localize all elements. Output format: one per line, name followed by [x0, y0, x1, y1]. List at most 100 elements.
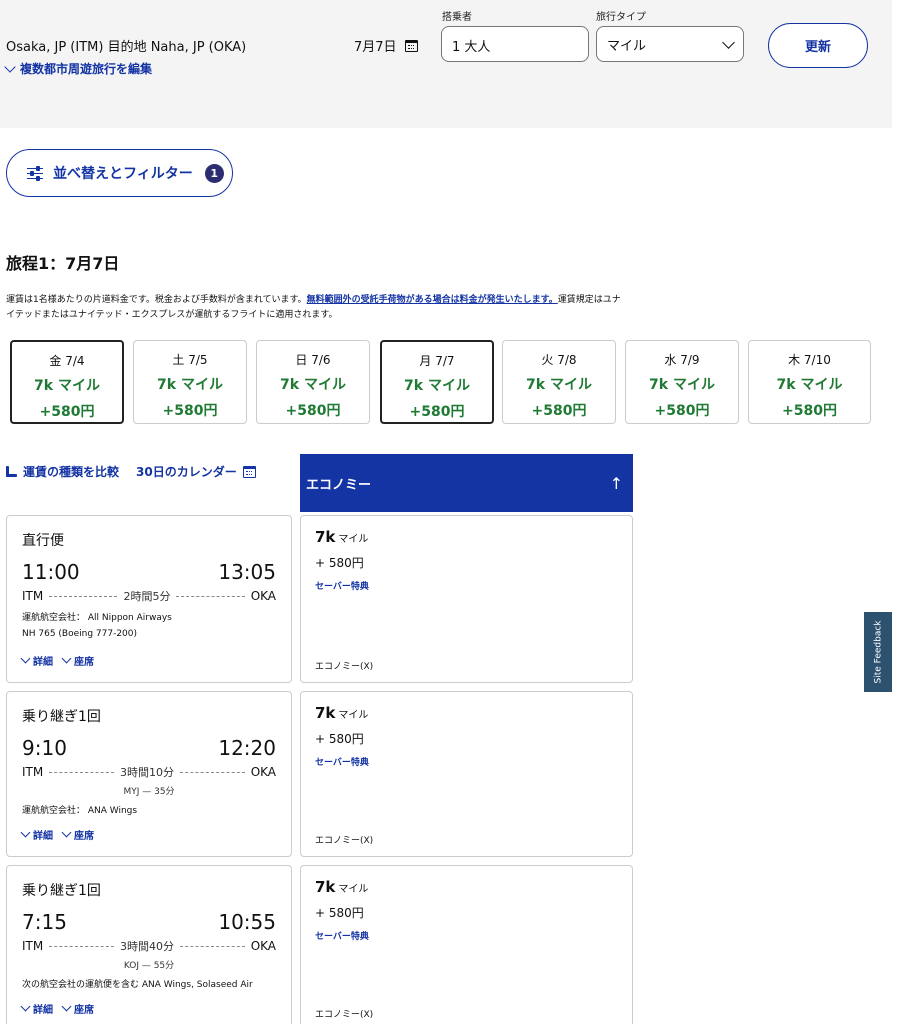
date-card-7-6[interactable]: 日 7/6 7k マイル +580円 [256, 340, 370, 424]
arrival-time: 12:20 [218, 736, 276, 760]
sort-filter-button[interactable]: 並べ替えとフィルター 1 [6, 149, 233, 197]
passengers-field[interactable]: 1 大人 [441, 26, 589, 62]
fare-price: + 580円 [315, 906, 364, 920]
fare-miles: 7k マイル [315, 704, 368, 722]
details-label: 詳細 [33, 657, 53, 668]
destination-code: OKA [250, 589, 277, 603]
compare-fare-types-link[interactable]: 運賃の種類を比較 [6, 463, 119, 480]
date-card-7-7[interactable]: 月 7/7 7k マイル +580円 [380, 340, 494, 424]
calendar-icon [242, 465, 256, 478]
chevron-down-icon [61, 827, 72, 838]
chevron-down-icon [20, 827, 31, 838]
date-miles: 7k マイル [526, 377, 592, 393]
date-price: +580円 [285, 403, 341, 419]
details-link[interactable]: 詳細 [20, 653, 53, 668]
date-label: 水 7/9 [664, 353, 700, 367]
departure-time: 7:15 [22, 910, 67, 934]
flight-type: 乗り継ぎ1回 [22, 709, 101, 725]
search-summary-bar: Osaka, JP (ITM) 目的地 Naha, JP (OKA) 複数都市周… [0, 0, 892, 128]
seat-icon [6, 465, 17, 478]
site-feedback-tab[interactable]: Site Feedback [864, 612, 892, 692]
update-button[interactable]: 更新 [768, 23, 868, 68]
fare-miles-value: 7k [315, 878, 336, 896]
fare-note: 運賃は1名様あたりの片道料金です。税金および手数料が含まれています。無料範囲外の… [6, 293, 626, 323]
date-card-7-9[interactable]: 水 7/9 7k マイル +580円 [625, 340, 739, 424]
baggage-fee-link[interactable]: 無料範囲外の受託手荷物がある場合は料金が発生いたします。 [307, 295, 558, 305]
travel-date-text: 7月7日 [354, 40, 397, 55]
operating-airline: 次の航空会社の運航便を含む ANA Wings, Solaseed Air [22, 980, 253, 990]
fare-miles-value: 7k [315, 704, 336, 722]
flight-duration: 3時間10分 [119, 766, 174, 779]
date-card-7-10[interactable]: 木 7/10 7k マイル +580円 [748, 340, 871, 424]
seats-link[interactable]: 座席 [61, 653, 94, 668]
cabin-header-label: エコノミー [306, 477, 372, 493]
fare-class: エコノミー(X) [315, 1010, 374, 1020]
departure-time: 9:10 [22, 736, 67, 760]
operating-airline: 運航航空会社： All Nippon Airways [22, 613, 172, 623]
fare-miles-value: 7k [315, 528, 336, 546]
layover-info: MYJ — 35分 [123, 787, 175, 797]
economy-fare-option[interactable]: 7k マイル + 580円 セーバー特典 エコノミー(X) [300, 865, 633, 1024]
itinerary-title: 旅程1：7月7日 [6, 254, 120, 273]
calendar-30day-link[interactable]: 30日のカレンダー [136, 463, 256, 480]
flight-route: ITM 3時間40分 OKA [22, 938, 276, 954]
filter-count-badge: 1 [204, 163, 224, 183]
seats-label: 座席 [74, 657, 94, 668]
fare-miles: 7k マイル [315, 528, 368, 546]
trip-type-select[interactable]: マイル [596, 26, 744, 62]
details-link[interactable]: 詳細 [20, 1001, 53, 1016]
fare-type: セーバー特典 [315, 932, 369, 942]
seats-link[interactable]: 座席 [61, 827, 94, 842]
chevron-down-icon [61, 653, 72, 664]
sort-filter-label: 並べ替えとフィルター [53, 166, 193, 182]
flight-duration: 2時間5分 [123, 590, 171, 603]
date-miles: 7k マイル [776, 377, 843, 393]
destination-code: OKA [250, 765, 277, 779]
date-miles: 7k マイル [157, 377, 223, 393]
sliders-icon [27, 165, 43, 181]
chevron-down-icon [4, 60, 16, 73]
date-card-7-4[interactable]: 金 7/4 7k マイル +580円 [10, 340, 124, 424]
details-link[interactable]: 詳細 [20, 827, 53, 842]
date-price: +580円 [409, 404, 465, 420]
edit-multicity-label: 複数都市周遊旅行を編集 [20, 62, 153, 76]
date-label: 金 7/4 [49, 354, 85, 368]
economy-fare-option[interactable]: 7k マイル + 580円 セーバー特典 エコノミー(X) [300, 515, 633, 683]
date-label: 月 7/7 [419, 354, 455, 368]
date-price: +580円 [654, 403, 710, 419]
flight-card: 乗り継ぎ1回 9:10 12:20 ITM 3時間10分 OKA MYJ — 3… [6, 691, 292, 857]
flight-card: 直行便 11:00 13:05 ITM 2時間5分 OKA 運航航空会社： Al… [6, 515, 292, 683]
fare-note-text: 運賃は1名様あたりの片道料金です。税金および手数料が含まれています。 [6, 295, 307, 305]
route-summary: Osaka, JP (ITM) 目的地 Naha, JP (OKA) [6, 40, 247, 55]
trip-type-label: 旅行タイプ [596, 12, 646, 23]
origin-code: ITM [22, 765, 44, 779]
cabin-sort-header[interactable]: エコノミー ↑ [300, 454, 633, 512]
chevron-down-icon [722, 35, 735, 49]
site-feedback-label: Site Feedback [873, 620, 883, 684]
flight-type: 乗り継ぎ1回 [22, 883, 101, 899]
fare-class: エコノミー(X) [315, 662, 374, 672]
fare-miles-unit: マイル [338, 534, 369, 545]
flight-card: 乗り継ぎ1回 7:15 10:55 ITM 3時間40分 OKA KOJ — 5… [6, 865, 292, 1024]
seats-link[interactable]: 座席 [61, 1001, 94, 1016]
chevron-down-icon [61, 1001, 72, 1012]
seats-label: 座席 [74, 1005, 94, 1016]
flight-route: ITM 2時間5分 OKA [22, 588, 276, 604]
edit-multicity-link[interactable]: 複数都市周遊旅行を編集 [4, 60, 153, 77]
details-label: 詳細 [33, 831, 53, 842]
flight-links: 詳細 座席 [20, 653, 94, 668]
date-price: +580円 [162, 403, 218, 419]
date-label: 日 7/6 [295, 353, 331, 367]
economy-fare-option[interactable]: 7k マイル + 580円 セーバー特典 エコノミー(X) [300, 691, 633, 857]
origin-code: ITM [22, 939, 44, 953]
operating-airline: 運航航空会社： ANA Wings [22, 806, 138, 816]
layover-info: KOJ — 55分 [123, 961, 175, 971]
travel-date[interactable]: 7月7日 [354, 36, 418, 55]
chevron-down-icon [20, 1001, 31, 1012]
date-card-7-5[interactable]: 土 7/5 7k マイル +580円 [133, 340, 247, 424]
fare-miles: 7k マイル [315, 878, 368, 896]
date-card-7-8[interactable]: 火 7/8 7k マイル +580円 [502, 340, 616, 424]
date-price: +580円 [531, 403, 587, 419]
date-miles: 7k マイル [34, 378, 100, 394]
flight-links: 詳細 座席 [20, 827, 94, 842]
